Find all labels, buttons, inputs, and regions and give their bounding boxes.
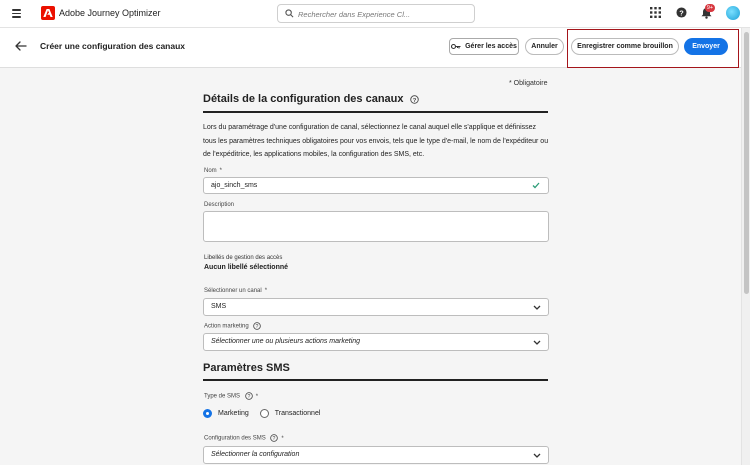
details-section-title: Détails de la configuration des canaux ? <box>203 93 419 105</box>
svg-text:?: ? <box>273 436 276 442</box>
radio-transactional[interactable] <box>259 408 269 418</box>
cancel-button[interactable]: Annuler <box>525 38 564 55</box>
info-icon[interactable]: ? <box>244 392 253 400</box>
channel-value: SMS <box>211 303 227 310</box>
marketing-action-label: Action marketing ? <box>204 322 262 330</box>
required-marker: * <box>219 168 223 174</box>
apps-grid-icon[interactable] <box>650 7 661 18</box>
access-labels-value[interactable]: Aucun libellé sélectionné <box>204 264 288 271</box>
details-description: Lors du paramétrage d'une configuration … <box>203 124 549 158</box>
adobe-logo[interactable] <box>41 6 55 20</box>
page-scrollbar[interactable] <box>741 28 750 465</box>
details-section-divider <box>203 111 548 113</box>
info-icon[interactable]: ? <box>270 434 279 442</box>
name-label-text: Nom <box>204 168 217 174</box>
name-field[interactable]: ajo_sinch_sms <box>203 177 549 194</box>
channel-select[interactable]: SMS <box>203 298 549 316</box>
scrollbar-thumb[interactable] <box>744 32 749 294</box>
page-header: Créer une configuration des canaux Gérer… <box>0 28 741 68</box>
sms-config-select[interactable]: Sélectionner la configuration <box>203 446 549 464</box>
required-marker: * <box>264 288 268 294</box>
top-app-bar: Adobe Journey Optimizer ? 9+ <box>0 0 750 28</box>
help-icon[interactable]: ? <box>676 7 687 18</box>
info-icon[interactable]: ? <box>253 322 262 330</box>
radio-marketing-label[interactable]: Marketing <box>218 410 249 417</box>
checkmark-icon <box>532 182 540 189</box>
required-marker: * <box>281 435 284 442</box>
app-title: Adobe Journey Optimizer <box>59 8 161 18</box>
sms-type-radio-group: Marketing Transactionnel <box>203 407 331 419</box>
search-icon <box>285 9 294 18</box>
name-field-label: Nom * <box>204 168 222 174</box>
user-avatar[interactable] <box>726 6 740 20</box>
marketing-action-label-text: Action marketing <box>204 323 249 330</box>
send-button[interactable]: Envoyer <box>684 38 728 55</box>
required-note: * Obligatoire <box>509 80 548 87</box>
search-input[interactable] <box>298 8 468 20</box>
info-icon[interactable]: ? <box>409 94 419 104</box>
page-title: Créer une configuration des canaux <box>40 41 186 51</box>
details-title-text: Détails de la configuration des canaux <box>203 93 404 105</box>
sms-config-label: Configuration des SMS ? * <box>204 434 284 442</box>
sms-section-divider <box>203 379 548 381</box>
radio-marketing[interactable] <box>203 408 212 418</box>
notification-badge: 9+ <box>705 4 715 12</box>
svg-text:?: ? <box>679 8 684 17</box>
channel-field-label: Sélectionner un canal * <box>204 288 267 294</box>
access-labels-label: Libellés de gestion des accès <box>204 255 283 261</box>
marketing-action-select[interactable]: Sélectionner une ou plusieurs actions ma… <box>203 333 549 351</box>
key-icon <box>451 43 461 50</box>
save-draft-button[interactable]: Enregistrer comme brouillon <box>571 38 679 55</box>
chevron-down-icon <box>533 340 541 345</box>
marketing-action-placeholder: Sélectionner une ou plusieurs actions ma… <box>211 338 361 345</box>
chevron-down-icon <box>533 305 541 310</box>
description-field-label: Description <box>204 202 235 208</box>
sms-config-label-text: Configuration des SMS <box>204 435 266 442</box>
sms-type-label: Type de SMS ? * <box>204 392 258 400</box>
manage-access-button[interactable]: Gérer les accès <box>449 38 519 55</box>
sms-section-title: Paramètres SMS <box>203 362 290 374</box>
search-box[interactable] <box>277 4 475 23</box>
manage-access-label: Gérer les accès <box>465 43 517 50</box>
svg-text:?: ? <box>412 97 416 103</box>
sms-config-placeholder: Sélectionner la configuration <box>211 451 300 458</box>
svg-text:?: ? <box>256 324 259 330</box>
back-arrow-icon[interactable] <box>15 41 27 51</box>
sms-type-label-text: Type de SMS <box>204 393 241 400</box>
channel-label-text: Sélectionner un canal <box>204 288 262 294</box>
name-value: ajo_sinch_sms <box>211 182 258 189</box>
required-marker: * <box>255 393 259 400</box>
hamburger-menu-icon[interactable] <box>12 9 21 18</box>
svg-text:?: ? <box>247 394 250 400</box>
description-field[interactable] <box>203 211 549 242</box>
chevron-down-icon <box>533 453 541 458</box>
radio-transactional-label[interactable]: Transactionnel <box>275 410 321 417</box>
